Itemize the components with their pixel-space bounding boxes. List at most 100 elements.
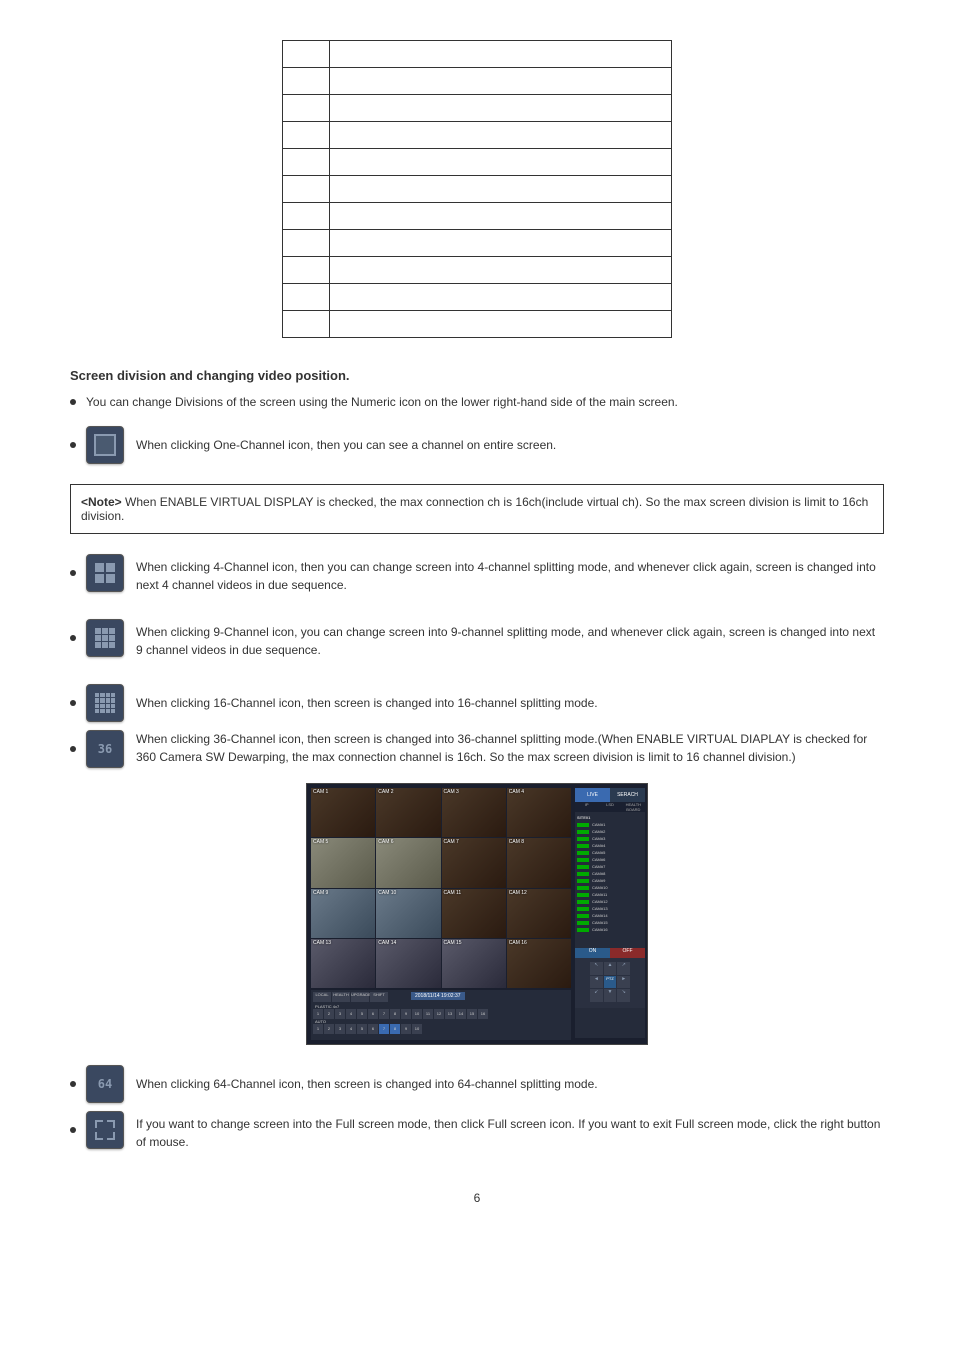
bullet-text-1: You can change Divisions of the screen u…	[86, 393, 678, 411]
channel-num[interactable]: 4	[346, 1009, 356, 1019]
camera-list-item[interactable]: CAM#6	[577, 856, 643, 863]
channel-num[interactable]: 13	[445, 1009, 455, 1019]
channel-num[interactable]: 2	[324, 1009, 334, 1019]
ptz-on[interactable]: ON	[575, 948, 610, 958]
bottom-button[interactable]: LOCAL	[313, 992, 331, 1002]
channel-num[interactable]: 2	[324, 1024, 334, 1034]
camera-view[interactable]: CAM 1	[311, 788, 375, 837]
camera-list-item[interactable]: CAM#14	[577, 912, 643, 919]
four-channel-icon	[86, 554, 124, 592]
camera-list-item[interactable]: CAM#8	[577, 870, 643, 877]
ptz-arrow[interactable]: ▼	[604, 989, 617, 1002]
table-row	[283, 176, 672, 203]
ptz-arrow[interactable]: ↘	[617, 989, 630, 1002]
channel-num[interactable]: 3	[335, 1009, 345, 1019]
channel-num[interactable]: 16	[478, 1009, 488, 1019]
thirtysix-channel-text: When clicking 36-Channel icon, then scre…	[136, 730, 884, 766]
channel-num[interactable]: 14	[456, 1009, 466, 1019]
camera-list-item[interactable]: CAM#9	[577, 877, 643, 884]
camera-list-item[interactable]: CAM#5	[577, 849, 643, 856]
sixtyfour-channel-text: When clicking 64-Channel icon, then scre…	[136, 1075, 598, 1093]
subtab[interactable]: IP	[575, 802, 598, 812]
table-row	[283, 95, 672, 122]
subtab[interactable]: HEALTH BOARD	[622, 802, 645, 812]
bottom-button[interactable]: UPGRADE	[351, 992, 369, 1002]
camera-view[interactable]: CAM 16	[507, 939, 571, 988]
channel-num[interactable]: 5	[357, 1024, 367, 1034]
camera-list-item[interactable]: CAM#16	[577, 926, 643, 933]
bottom-button[interactable]: HEALTH	[332, 992, 350, 1002]
camera-view[interactable]: CAM 3	[442, 788, 506, 837]
table-row	[283, 41, 672, 68]
bullet-icon	[70, 746, 76, 752]
sixteen-channel-text: When clicking 16-Channel icon, then scre…	[136, 694, 598, 712]
camera-view[interactable]: CAM 14	[376, 939, 440, 988]
channel-num[interactable]: 10	[412, 1009, 422, 1019]
camera-view[interactable]: CAM 2	[376, 788, 440, 837]
camera-view[interactable]: CAM 11	[442, 889, 506, 938]
note-title: <Note>	[81, 495, 122, 509]
note-text: When ENABLE VIRTUAL DISPLAY is checked, …	[81, 495, 868, 523]
camera-list-item[interactable]: CAM#2	[577, 828, 643, 835]
channel-num[interactable]: 6	[368, 1009, 378, 1019]
camera-list-item[interactable]: CAM#4	[577, 842, 643, 849]
table-row	[283, 122, 672, 149]
ptz-arrow[interactable]: ◄	[590, 976, 603, 989]
channel-num[interactable]: 9	[401, 1009, 411, 1019]
camera-view[interactable]: CAM 12	[507, 889, 571, 938]
camera-list-item[interactable]: CAM#13	[577, 905, 643, 912]
tab-live[interactable]: LIVE	[575, 788, 610, 802]
camera-view[interactable]: CAM 8	[507, 838, 571, 887]
subtab[interactable]: LSD	[598, 802, 621, 812]
ptz-arrow[interactable]: ▲	[604, 962, 617, 975]
channel-num[interactable]: 1	[313, 1009, 323, 1019]
channel-num[interactable]: 7	[379, 1024, 389, 1034]
camera-view[interactable]: CAM 15	[442, 939, 506, 988]
bullet-icon	[70, 1127, 76, 1133]
bottom-button[interactable]: SHIFT	[370, 992, 388, 1002]
ptz-arrow[interactable]: ↖	[590, 962, 603, 975]
channel-num[interactable]: 9	[401, 1024, 411, 1034]
camera-list-item[interactable]: CAM#3	[577, 835, 643, 842]
table-row	[283, 203, 672, 230]
ptz-arrow[interactable]: ↗	[617, 962, 630, 975]
info-table	[282, 40, 672, 338]
sixtyfour-channel-icon: 64	[86, 1065, 124, 1103]
bullet-icon	[70, 1081, 76, 1087]
camera-view[interactable]: CAM 10	[376, 889, 440, 938]
channel-num[interactable]: 15	[467, 1009, 477, 1019]
table-row	[283, 230, 672, 257]
camera-list-item[interactable]: CAM#7	[577, 863, 643, 870]
ptz-off[interactable]: OFF	[610, 948, 645, 958]
channel-num[interactable]: 7	[379, 1009, 389, 1019]
table-row	[283, 149, 672, 176]
camera-view[interactable]: CAM 7	[442, 838, 506, 887]
channel-num[interactable]: 6	[368, 1024, 378, 1034]
camera-view[interactable]: CAM 5	[311, 838, 375, 887]
camera-list-item[interactable]: CAM#10	[577, 884, 643, 891]
tab-search[interactable]: SERACH	[610, 788, 645, 802]
channel-num[interactable]: 4	[346, 1024, 356, 1034]
note-box: <Note> When ENABLE VIRTUAL DISPLAY is ch…	[70, 484, 884, 534]
channel-num[interactable]: 12	[434, 1009, 444, 1019]
one-channel-icon	[86, 426, 124, 464]
camera-view[interactable]: CAM 4	[507, 788, 571, 837]
camera-list-item[interactable]: CAM#12	[577, 898, 643, 905]
channel-num[interactable]: 1	[313, 1024, 323, 1034]
camera-view[interactable]: CAM 9	[311, 889, 375, 938]
channel-num[interactable]: 10	[412, 1024, 422, 1034]
camera-view[interactable]: CAM 6	[376, 838, 440, 887]
camera-list-item[interactable]: CAM#15	[577, 919, 643, 926]
table-row	[283, 68, 672, 95]
camera-view[interactable]: CAM 13	[311, 939, 375, 988]
channel-num[interactable]: 8	[390, 1009, 400, 1019]
ptz-arrow[interactable]: ►	[617, 976, 630, 989]
ptz-center[interactable]: PTZ	[604, 976, 617, 989]
ptz-arrow[interactable]: ↙	[590, 989, 603, 1002]
camera-list-item[interactable]: CAM#11	[577, 891, 643, 898]
channel-num[interactable]: 5	[357, 1009, 367, 1019]
channel-num[interactable]: 8	[390, 1024, 400, 1034]
camera-list-item[interactable]: CAM#1	[577, 821, 643, 828]
channel-num[interactable]: 3	[335, 1024, 345, 1034]
channel-num[interactable]: 11	[423, 1009, 433, 1019]
